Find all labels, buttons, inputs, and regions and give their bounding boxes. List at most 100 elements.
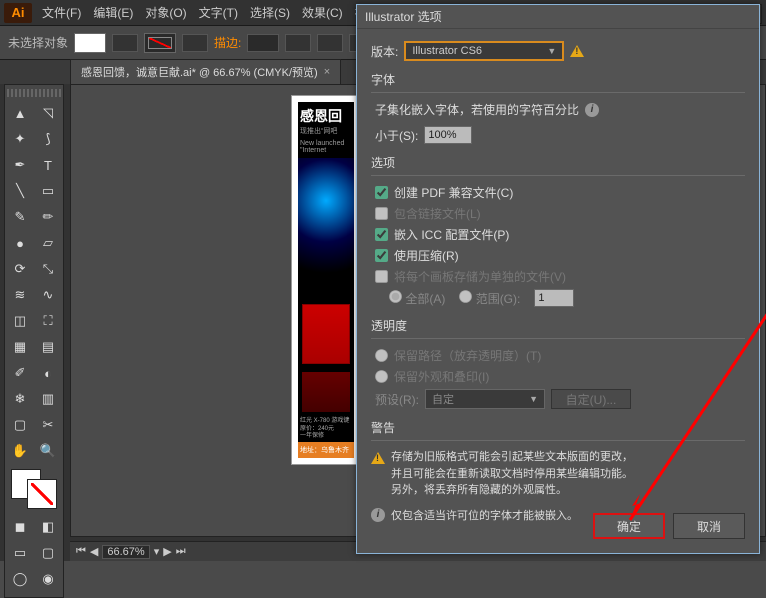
nav-next-icon[interactable]: ▶ (163, 545, 171, 558)
version-select[interactable]: Illustrator CS6 ▼ (404, 41, 564, 61)
pencil-tool[interactable]: ✏ (35, 205, 61, 229)
warning-text-1c: 另外，将丢弃所有隐藏的外观属性。 (391, 482, 633, 499)
poster-info: 红光 X-780 游戏键 原价：240元 一年保修 (298, 416, 354, 442)
cancel-button[interactable]: 取消 (673, 513, 745, 539)
zoom-dropdown-icon[interactable]: ▾ (154, 545, 160, 558)
menu-type[interactable]: 文字(T) (193, 1, 244, 24)
poster-heading: 感恩回 (298, 102, 354, 126)
warning-icon (570, 45, 584, 57)
cb-compress[interactable]: 使用压缩(R) (375, 247, 745, 264)
eyedropper-tool[interactable]: ✐ (7, 361, 33, 385)
info-icon[interactable]: i (585, 103, 599, 117)
hand-tool[interactable]: ✋ (7, 439, 33, 463)
dialog-title: Illustrator 选项 (365, 8, 442, 25)
version-label: 版本: (371, 43, 398, 60)
poster-graphic (298, 158, 354, 300)
lasso-tool[interactable]: ⟆ (35, 127, 61, 151)
poster-keyboard-dark (302, 372, 350, 412)
rotate-tool[interactable]: ⟳ (7, 257, 33, 281)
artboard-tool[interactable]: ▢ (7, 413, 33, 437)
stroke-weight[interactable] (247, 34, 279, 52)
color-mode[interactable]: ◼ (7, 515, 33, 539)
cb-include-linked: 包含链接文件(L) (375, 205, 745, 222)
nav-prev-icon[interactable]: ◀ (90, 545, 98, 558)
stroke-menu[interactable] (182, 34, 208, 52)
lt-label: 小于(S): (375, 127, 418, 144)
stroke-label: 描边: (214, 34, 241, 51)
draw-behind[interactable]: ◉ (35, 567, 61, 591)
nav-first-icon[interactable]: ⏮ (76, 545, 86, 558)
app-window: Ai 文件(F) 编辑(E) 对象(O) 文字(T) 选择(S) 效果(C) 视… (0, 0, 766, 561)
gradient-tool[interactable]: ▤ (35, 335, 61, 359)
zoom-level[interactable]: 66.67% (102, 545, 149, 559)
document-title: 感恩回馈，诚意巨献.ai* @ 66.67% (CMYK/预览) (81, 64, 318, 80)
symbol-spray-tool[interactable]: ❄ (7, 387, 33, 411)
direct-selection-tool[interactable]: ◹ (35, 101, 61, 125)
draw-mode[interactable]: ◯ (7, 567, 33, 591)
stroke-swatch[interactable] (144, 33, 176, 53)
type-tool[interactable]: T (35, 153, 61, 177)
selection-tool[interactable]: ▲ (7, 101, 33, 125)
rectangle-tool[interactable]: ▭ (35, 179, 61, 203)
stroke-type[interactable] (285, 34, 311, 52)
eraser-tool[interactable]: ▱ (35, 231, 61, 255)
screen-mode-full[interactable]: ▢ (35, 541, 61, 565)
warning-text-2: 仅包含适当许可位的字体才能被嵌入。 (391, 507, 578, 523)
menu-edit[interactable]: 编辑(E) (87, 1, 139, 24)
width-tool[interactable]: ≋ (7, 283, 33, 307)
menu-effect[interactable]: 效果(C) (296, 1, 349, 24)
screen-mode-normal[interactable]: ▭ (7, 541, 33, 565)
free-transform-tool[interactable]: ⛶ (35, 309, 61, 333)
warp-tool[interactable]: ∿ (35, 283, 61, 307)
warning-text-1b: 并且可能会在重新读取文档时停用某些编辑功能。 (391, 466, 633, 483)
subset-percent-input[interactable] (424, 126, 472, 144)
scale-tool[interactable]: ⤡ (35, 257, 61, 281)
chevron-down-icon: ▼ (547, 46, 556, 56)
ok-button[interactable]: 确定 (593, 513, 665, 539)
cb-each-artboard: 将每个画板存储为单独的文件(V) (375, 268, 745, 285)
close-tab-icon[interactable]: × (324, 66, 330, 78)
transparency-heading: 透明度 (371, 317, 745, 334)
preset-label: 预设(R): (375, 391, 419, 408)
warnings-heading: 警告 (371, 419, 745, 436)
cb-embed-icc[interactable]: 嵌入 ICC 配置文件(P) (375, 226, 745, 243)
line-tool[interactable]: ╲ (7, 179, 33, 203)
brush-tool[interactable]: ✎ (7, 205, 33, 229)
shape-builder-tool[interactable]: ◫ (7, 309, 33, 333)
radio-range: 范围(G): (459, 290, 520, 307)
blend-tool[interactable]: ◐ (35, 361, 61, 385)
pen-tool[interactable]: ✒ (7, 153, 33, 177)
no-selection-label: 未选择对象 (8, 34, 68, 51)
poster-sub2: New launched "Internet (298, 140, 354, 158)
brush-def[interactable] (317, 34, 343, 52)
menu-file[interactable]: 文件(F) (36, 1, 87, 24)
magic-wand-tool[interactable]: ✦ (7, 127, 33, 151)
toolbox: ▲◹ ✦⟆ ✒T ╲▭ ✎✏ ●▱ ⟳⤡ ≋∿ ◫⛶ ▦▤ ✐◐ ❄▥ ▢✂ ✋… (4, 84, 64, 598)
menu-object[interactable]: 对象(O) (139, 1, 192, 24)
blob-brush-tool[interactable]: ● (7, 231, 33, 255)
slice-tool[interactable]: ✂ (35, 413, 61, 437)
nav-last-icon[interactable]: ⏭ (176, 545, 186, 558)
color-picker[interactable] (11, 469, 57, 509)
app-logo: Ai (4, 3, 32, 23)
fill-menu[interactable] (112, 34, 138, 52)
cb-pdf-compat[interactable]: 创建 PDF 兼容文件(C) (375, 184, 745, 201)
gradient-mode[interactable]: ◧ (35, 515, 61, 539)
info-icon: i (371, 508, 385, 522)
custom-preset-button: 自定(U)... (551, 389, 631, 409)
fill-swatch[interactable] (74, 33, 106, 53)
menu-select[interactable]: 选择(S) (244, 1, 296, 24)
warning-text-1a: 存储为旧版格式可能会引起某些文本版面的更改， (391, 449, 633, 466)
dialog-titlebar[interactable]: Illustrator 选项 (357, 5, 759, 29)
mesh-tool[interactable]: ▦ (7, 335, 33, 359)
warning-icon (371, 452, 385, 464)
artboard[interactable]: 感恩回 现推出“网吧 New launched "Internet 红光 X-7… (291, 95, 361, 465)
graph-tool[interactable]: ▥ (35, 387, 61, 411)
radio-preserve-appearance: 保留外观和叠印(I) (375, 368, 745, 385)
subset-fonts-label: 子集化嵌入字体，若使用的字符百分比 (375, 101, 579, 118)
options-heading: 选项 (371, 154, 745, 171)
document-tab[interactable]: 感恩回馈，诚意巨献.ai* @ 66.67% (CMYK/预览) × (70, 59, 341, 84)
radio-preserve-paths: 保留路径（放弃透明度）(T) (375, 347, 745, 364)
zoom-tool[interactable]: 🔍 (35, 439, 61, 463)
stroke-color[interactable] (27, 479, 57, 509)
